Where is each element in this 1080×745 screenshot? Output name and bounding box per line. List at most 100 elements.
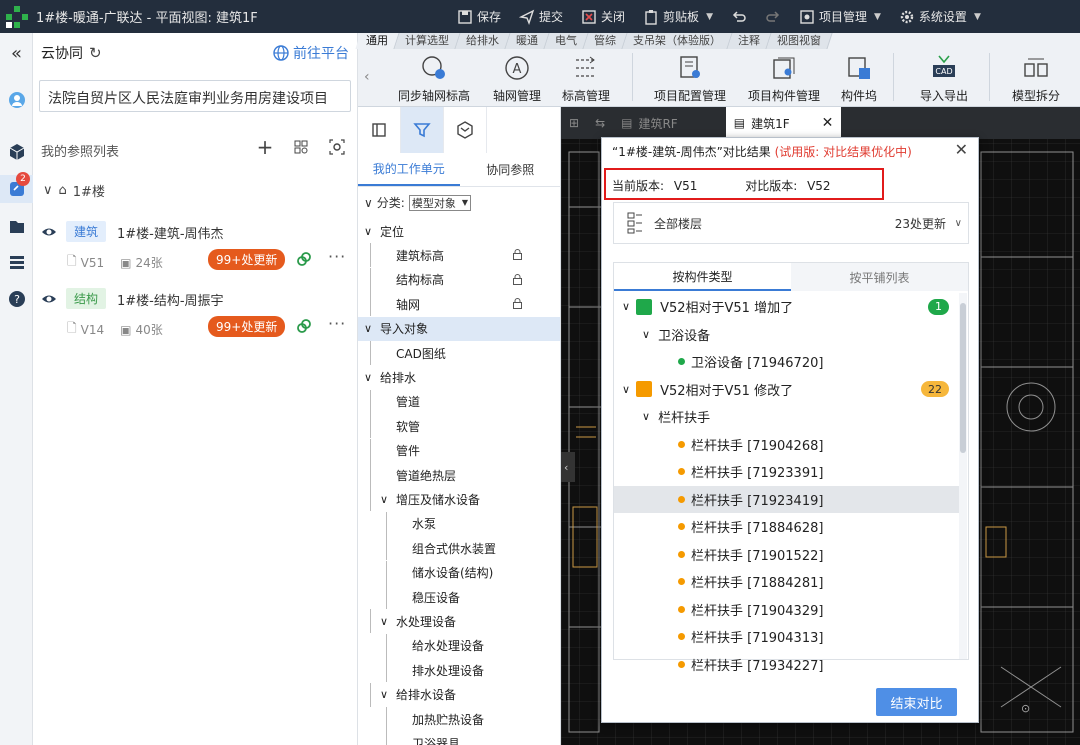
tree-node[interactable]: 稳压设备 bbox=[358, 585, 560, 609]
tree-node[interactable]: 轴网 bbox=[358, 292, 560, 317]
clipboard-menu[interactable]: 剪贴板 ▼ bbox=[636, 8, 720, 25]
collapse-panel-button[interactable]: « bbox=[0, 39, 33, 67]
sync-link-icon[interactable] bbox=[296, 251, 312, 267]
project-component-button[interactable]: 项目构件管理 bbox=[748, 53, 820, 104]
ribbon-tab[interactable]: 支吊架（体验版） bbox=[622, 33, 733, 49]
tree-root-node[interactable]: ∨ ⌂ 1#楼 bbox=[43, 181, 105, 200]
submit-button[interactable]: 提交 bbox=[512, 8, 570, 25]
change-group-row[interactable]: ∨ V52相对于V51 增加了 1 bbox=[614, 293, 959, 320]
view-grid-button[interactable]: ⊞ bbox=[561, 107, 587, 139]
ref-item-structure[interactable]: 结构 1#楼-结构-周振宇 🗋 V14 ▣ 40张 99+处更新 ··· bbox=[33, 287, 357, 347]
view-cube-button[interactable] bbox=[444, 107, 487, 153]
tree-node[interactable]: 结构标高 bbox=[358, 267, 560, 292]
refresh-icon[interactable]: ↻ bbox=[89, 44, 102, 62]
tree-node[interactable]: 水泵 bbox=[358, 511, 560, 536]
ribbon-tab[interactable]: 管综 bbox=[583, 33, 628, 49]
tree-node[interactable]: 管道 bbox=[358, 389, 560, 414]
redo-button[interactable] bbox=[758, 9, 788, 25]
category-select[interactable]: 模型对象 ▼ bbox=[408, 194, 471, 211]
component-row[interactable]: 栏杆扶手 [71923391] bbox=[614, 458, 959, 485]
eye-icon[interactable] bbox=[41, 224, 57, 240]
ribbon-tab[interactable]: 暖通 bbox=[505, 33, 550, 49]
ribbon-tab[interactable]: 电气 bbox=[544, 33, 589, 49]
chevron-down-icon[interactable]: ∨ bbox=[642, 328, 650, 341]
import-export-button[interactable]: CAD 导入导出 bbox=[920, 53, 968, 104]
rail-user-button[interactable] bbox=[0, 86, 33, 114]
ribbon-tab[interactable]: 给排水 bbox=[455, 33, 511, 49]
tree-node[interactable]: ∨ 定位 bbox=[358, 219, 560, 243]
chevron-down-icon[interactable]: ∨ bbox=[364, 225, 378, 238]
tree-node[interactable]: 组合式供水装置 bbox=[358, 536, 560, 561]
close-button[interactable]: 关闭 bbox=[574, 8, 632, 25]
undo-button[interactable] bbox=[724, 9, 754, 25]
component-row[interactable]: 卫浴设备 [71946720] bbox=[614, 348, 959, 375]
more-options-icon[interactable]: ··· bbox=[328, 314, 346, 333]
component-row[interactable]: 栏杆扶手 [71904329] bbox=[614, 596, 959, 623]
sync-grid-level-button[interactable]: 同步轴网标高 bbox=[398, 53, 470, 104]
tree-node[interactable]: ∨ 增压及储水设备 bbox=[358, 487, 560, 512]
rail-files-button[interactable] bbox=[0, 213, 33, 241]
chevron-down-icon[interactable]: ∨ bbox=[622, 383, 630, 396]
component-row[interactable]: 栏杆扶手 [71904313] bbox=[614, 623, 959, 650]
end-compare-button[interactable]: 结束对比 bbox=[876, 688, 957, 716]
system-settings-menu[interactable]: 系统设置 ▼ bbox=[892, 8, 988, 25]
grid-settings-icon[interactable] bbox=[291, 137, 311, 157]
component-row[interactable]: 栏杆扶手 [71934227] bbox=[614, 651, 959, 678]
grid-management-button[interactable]: A 轴网管理 bbox=[493, 53, 541, 104]
tab-flat-list[interactable]: 按平铺列表 bbox=[791, 263, 968, 291]
compare-scrollbar[interactable] bbox=[959, 293, 967, 659]
chevron-down-icon[interactable]: ∨ bbox=[642, 410, 650, 423]
ribbon-tab[interactable]: 视图视窗 bbox=[766, 33, 833, 49]
chevron-down-icon[interactable]: ∨ bbox=[364, 322, 378, 335]
tree-node[interactable]: 管道绝热层 bbox=[358, 463, 560, 487]
tab-by-component-type[interactable]: 按构件类型 bbox=[614, 263, 791, 291]
view-tab-1f[interactable]: ▤ 建筑1F ✕ bbox=[725, 107, 842, 139]
tree-node[interactable]: 储水设备(结构) bbox=[358, 560, 560, 585]
tree-node[interactable]: ∨ 导入对象 bbox=[358, 316, 560, 341]
chevron-left-icon[interactable]: ‹ bbox=[364, 69, 370, 85]
update-badge[interactable]: 99+处更新 bbox=[208, 249, 286, 270]
update-badge[interactable]: 99+处更新 bbox=[208, 316, 286, 337]
panel-layout-button[interactable] bbox=[358, 107, 401, 153]
locate-icon[interactable] bbox=[327, 137, 347, 157]
sync-link-icon[interactable] bbox=[296, 318, 312, 334]
component-dock-button[interactable]: 构件坞 bbox=[841, 53, 877, 104]
tree-node[interactable]: 软管 bbox=[358, 414, 560, 439]
tree-node[interactable]: 建筑标高 bbox=[358, 243, 560, 268]
tree-node[interactable]: 排水处理设备 bbox=[358, 658, 560, 683]
tree-node[interactable]: 管件 bbox=[358, 438, 560, 463]
ribbon-tab[interactable]: 注释 bbox=[727, 33, 772, 49]
rail-list-button[interactable] bbox=[0, 248, 33, 276]
tree-node[interactable]: CAD图纸 bbox=[358, 341, 560, 365]
ribbon-tab[interactable]: 通用 bbox=[355, 33, 400, 49]
tree-node[interactable]: ∨ 给排水 bbox=[358, 365, 560, 389]
ribbon-tab[interactable]: 计算选型 bbox=[394, 33, 461, 49]
close-icon[interactable]: ✕ bbox=[822, 115, 834, 131]
component-row[interactable]: 栏杆扶手 [71923419] bbox=[614, 485, 959, 513]
change-group-row[interactable]: ∨ V52相对于V51 修改了 22 bbox=[614, 376, 959, 403]
tree-node[interactable]: ∨ 水处理设备 bbox=[358, 609, 560, 634]
rail-model-button[interactable] bbox=[0, 138, 33, 166]
component-row[interactable]: 栏杆扶手 [71901522] bbox=[614, 541, 959, 568]
category-row[interactable]: ∨ 卫浴设备 bbox=[614, 321, 959, 348]
ref-item-architecture[interactable]: 建筑 1#楼-建筑-周伟杰 🗋 V51 ▣ 24张 99+处更新 ··· bbox=[33, 220, 357, 280]
chevron-down-icon[interactable]: ∨ bbox=[380, 615, 394, 628]
tab-my-work-units[interactable]: 我的工作单元 bbox=[358, 153, 460, 186]
project-config-button[interactable]: 项目配置管理 bbox=[654, 53, 726, 104]
chevron-down-icon[interactable]: ∨ bbox=[380, 688, 394, 701]
chevron-down-icon[interactable]: ∨ bbox=[380, 493, 394, 506]
tree-node[interactable]: 卫浴器具 bbox=[358, 731, 560, 745]
eye-icon[interactable] bbox=[41, 291, 57, 307]
tree-node[interactable]: 给水处理设备 bbox=[358, 633, 560, 658]
tree-node[interactable]: ∨ 给排水设备 bbox=[358, 682, 560, 707]
level-management-button[interactable]: 标高管理 bbox=[562, 53, 610, 104]
component-row[interactable]: 栏杆扶手 [71904268] bbox=[614, 431, 959, 458]
rail-help-button[interactable]: ? bbox=[0, 285, 33, 313]
goto-platform-link[interactable]: 前往平台 bbox=[273, 43, 349, 63]
save-button[interactable]: 保存 bbox=[450, 8, 508, 25]
more-options-icon[interactable]: ··· bbox=[328, 247, 346, 266]
category-row[interactable]: ∨ 栏杆扶手 bbox=[614, 403, 959, 430]
chevron-down-icon[interactable]: ∨ bbox=[364, 371, 378, 384]
model-split-button[interactable]: 模型拆分 bbox=[1012, 53, 1060, 104]
view-switch-button[interactable]: ⇆ bbox=[587, 107, 613, 139]
